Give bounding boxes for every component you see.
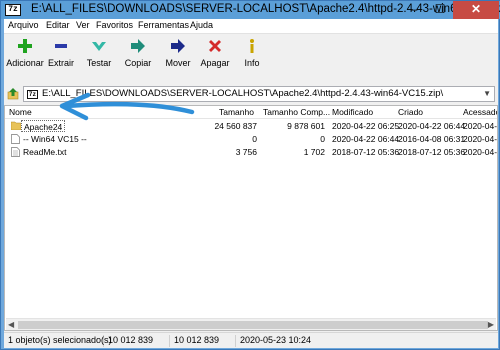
- address-input[interactable]: 7z E:\ALL_FILES\DOWNLOADS\SERVER-LOCALHO…: [23, 86, 495, 102]
- column-accessed[interactable]: Acessado: [463, 107, 497, 117]
- file-name: ReadMe.txt: [23, 147, 67, 157]
- chevron-down-icon[interactable]: ▼: [483, 89, 491, 98]
- table-row[interactable]: -- Win64 VC15 -- 0 0 2020-04-22 06:44 20…: [5, 133, 498, 145]
- address-path: E:\ALL_FILES\DOWNLOADS\SERVER-LOCALHOST\…: [42, 88, 444, 99]
- status-selection: 1 objeto(s) selecionado(s): [8, 335, 112, 347]
- checkmark-icon: [92, 42, 106, 51]
- title-bar[interactable]: 7z E:\ALL_FILES\DOWNLOADS\SERVER-LOCALHO…: [1, 1, 500, 19]
- scrollbar-thumb[interactable]: [18, 321, 488, 329]
- add-label: Adicionar: [6, 58, 44, 68]
- close-button[interactable]: ✕: [453, 1, 499, 19]
- column-modified[interactable]: Modificado: [332, 107, 373, 117]
- folder-icon: [11, 121, 21, 130]
- menu-arquivo[interactable]: Arquivo: [8, 20, 39, 30]
- extract-button[interactable]: Extrair: [46, 38, 76, 68]
- maximize-button[interactable]: ☐: [427, 1, 453, 19]
- menu-ajuda[interactable]: Ajuda: [190, 20, 213, 30]
- file-name: Apache24: [24, 122, 63, 132]
- app-window: 7z E:\ALL_FILES\DOWNLOADS\SERVER-LOCALHO…: [0, 0, 500, 350]
- delete-x-icon: [209, 40, 221, 52]
- file-packed-size: 0: [320, 134, 325, 144]
- column-packed-size[interactable]: Tamanho Comp...: [263, 107, 330, 117]
- test-button[interactable]: Testar: [84, 38, 114, 68]
- status-date: 2020-05-23 10:24: [240, 335, 312, 345]
- status-size: 10 012 839: [106, 335, 170, 347]
- move-button[interactable]: Mover: [162, 38, 194, 68]
- file-modified: 2018-07-12 05:36: [332, 147, 400, 157]
- file-created: 2016-04-08 06:31: [398, 134, 466, 144]
- add-button[interactable]: Adicionar: [6, 38, 44, 68]
- file-accessed: 2020-04-2: [463, 121, 498, 131]
- extract-label: Extrair: [47, 58, 74, 68]
- status-packed-size: 10 012 839: [172, 335, 236, 347]
- column-created[interactable]: Criado: [398, 107, 423, 117]
- file-accessed: 2020-04-2: [463, 134, 498, 144]
- test-label: Testar: [86, 58, 112, 68]
- info-button[interactable]: Info: [240, 38, 264, 68]
- file-created: 2020-04-22 06:44: [398, 121, 466, 131]
- copy-label: Copiar: [124, 58, 152, 68]
- file-modified: 2020-04-22 06:44: [332, 134, 400, 144]
- plus-icon: [18, 39, 32, 53]
- document-icon: [11, 134, 20, 144]
- text-file-icon: [11, 147, 20, 157]
- file-packed-size: 9 878 601: [287, 121, 325, 131]
- delete-button[interactable]: Apagar: [198, 38, 232, 68]
- scroll-right-icon[interactable]: ▶: [488, 320, 494, 329]
- column-size[interactable]: Tamanho: [219, 107, 254, 117]
- horizontal-scrollbar[interactable]: ◀ ▶: [6, 318, 496, 330]
- file-packed-size: 1 702: [303, 147, 325, 157]
- column-name[interactable]: Nome: [9, 107, 32, 117]
- list-header: Nome Tamanho Tamanho Comp... Modificado …: [5, 106, 497, 119]
- copy-arrow-icon: [131, 39, 145, 53]
- address-bar: 7z E:\ALL_FILES\DOWNLOADS\SERVER-LOCALHO…: [4, 85, 498, 103]
- table-row[interactable]: ReadMe.txt 3 756 1 702 2018-07-12 05:36 …: [5, 146, 498, 158]
- file-accessed: 2020-04-2: [463, 147, 498, 157]
- menu-bar: Arquivo Editar Ver Favoritos Ferramentas…: [4, 19, 498, 34]
- scroll-left-icon[interactable]: ◀: [8, 320, 14, 329]
- info-label: Info: [244, 58, 260, 68]
- minimize-button[interactable]: –: [401, 1, 427, 19]
- menu-ferramentas[interactable]: Ferramentas: [138, 20, 189, 30]
- info-icon: [250, 39, 254, 53]
- menu-favoritos[interactable]: Favoritos: [96, 20, 133, 30]
- delete-label: Apagar: [200, 58, 230, 68]
- file-size: 0: [252, 134, 257, 144]
- file-list[interactable]: Nome Tamanho Tamanho Comp... Modificado …: [4, 105, 498, 331]
- table-row[interactable]: Apache24 24 560 837 9 878 601 2020-04-22…: [5, 120, 498, 132]
- file-created: 2018-07-12 05:36: [398, 147, 466, 157]
- menu-ver[interactable]: Ver: [76, 20, 90, 30]
- move-arrow-icon: [171, 39, 185, 53]
- file-size: 3 756: [235, 147, 257, 157]
- minus-icon: [55, 44, 67, 48]
- menu-editar[interactable]: Editar: [46, 20, 70, 30]
- file-name: -- Win64 VC15 --: [23, 134, 87, 144]
- archive-icon: 7z: [27, 90, 38, 99]
- toolbar: Adicionar Extrair Testar Copiar Mover Ap…: [4, 34, 498, 84]
- folder-up-icon[interactable]: [7, 88, 19, 100]
- client-area: Arquivo Editar Ver Favoritos Ferramentas…: [4, 19, 498, 348]
- file-size: 24 560 837: [214, 121, 257, 131]
- copy-button[interactable]: Copiar: [122, 38, 154, 68]
- file-modified: 2020-04-22 06:25: [332, 121, 400, 131]
- app-icon: 7z: [5, 4, 21, 16]
- move-label: Mover: [165, 58, 191, 68]
- status-bar: 1 objeto(s) selecionado(s) 10 012 839 10…: [4, 332, 498, 348]
- row-name-box: Apache24: [21, 120, 66, 132]
